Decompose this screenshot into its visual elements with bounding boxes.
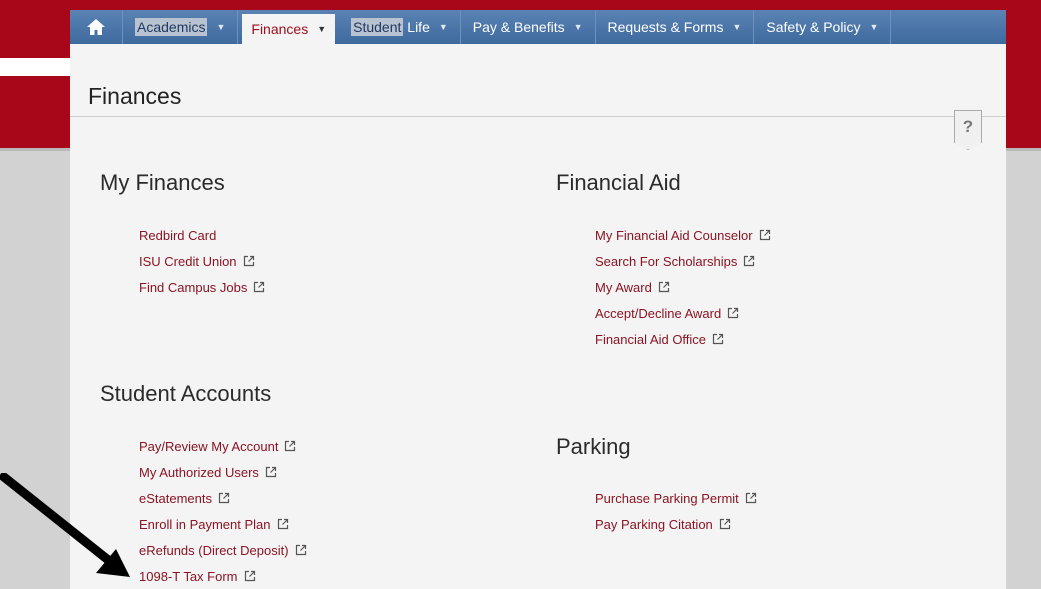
link-purchase-parking-permit[interactable]: Purchase Parking Permit — [595, 485, 757, 511]
nav-life-label: Life — [403, 19, 430, 35]
link-1098t-tax-form[interactable]: 1098-T Tax Form — [139, 563, 307, 589]
nav-requests-forms[interactable]: Requests & Forms ▼ — [596, 10, 755, 44]
link-financial-aid-office[interactable]: Financial Aid Office — [595, 326, 771, 352]
external-link-icon — [243, 255, 254, 267]
link-estatements[interactable]: eStatements — [139, 485, 307, 511]
nav-student-label: Student — [351, 18, 404, 36]
link-list: Pay/Review My Account My Authorized User… — [139, 433, 307, 589]
section-title: Student Accounts — [100, 381, 272, 406]
link-label: ISU Credit Union — [139, 253, 237, 269]
nav-safety-policy-label: Safety & Policy — [766, 19, 861, 35]
nav-finances-label: Finances — [251, 21, 309, 37]
link-label: Redbird Card — [139, 227, 217, 243]
title-divider — [70, 116, 1006, 117]
home-icon — [87, 19, 105, 35]
link-label: My Authorized Users — [139, 464, 259, 480]
link-pay-review-account[interactable]: Pay/Review My Account — [139, 433, 307, 459]
caret-down-icon: ▼ — [869, 22, 879, 32]
nav-safety-policy[interactable]: Safety & Policy ▼ — [754, 10, 892, 44]
header-notch — [0, 58, 77, 76]
link-label: eRefunds (Direct Deposit) — [139, 542, 289, 558]
link-label: Purchase Parking Permit — [595, 490, 739, 506]
external-link-icon — [728, 307, 739, 319]
home-button[interactable] — [70, 10, 123, 44]
link-label: Accept/Decline Award — [595, 305, 722, 321]
link-label: Find Campus Jobs — [139, 279, 248, 295]
link-list: Purchase Parking Permit Pay Parking Cita… — [595, 485, 757, 537]
link-my-award[interactable]: My Award — [595, 274, 771, 300]
link-payment-plan[interactable]: Enroll in Payment Plan — [139, 511, 307, 537]
caret-down-icon: ▼ — [317, 24, 327, 34]
main-nav: Academics ▼ Finances ▼ Student Life ▼ Pa… — [70, 10, 1006, 44]
pointer-arrow-icon — [0, 473, 130, 577]
nav-pay-benefits-label: Pay & Benefits — [472, 19, 565, 35]
caret-down-icon: ▼ — [573, 22, 583, 32]
link-label: My Award — [595, 279, 652, 295]
link-accept-decline-award[interactable]: Accept/Decline Award — [595, 300, 771, 326]
external-link-icon — [759, 229, 770, 241]
link-erefunds[interactable]: eRefunds (Direct Deposit) — [139, 537, 307, 563]
help-icon: ? — [962, 117, 974, 136]
page-title: Finances — [88, 83, 182, 109]
external-link-icon — [745, 492, 756, 504]
external-link-icon — [254, 281, 265, 293]
section-my-finances: My Finances Redbird Card ISU Credit Unio… — [100, 170, 265, 300]
section-parking: Parking Purchase Parking Permit Pay Park… — [556, 434, 757, 537]
external-link-icon — [277, 518, 288, 530]
nav-finances[interactable]: Finances ▼ — [242, 14, 336, 44]
link-list: Redbird Card ISU Credit Union Find Campu… — [139, 222, 265, 300]
section-title: Financial Aid — [556, 170, 681, 195]
external-link-icon — [265, 466, 277, 478]
external-link-icon — [719, 518, 730, 530]
link-label: Enroll in Payment Plan — [139, 516, 271, 532]
external-link-icon — [744, 255, 755, 267]
link-redbird-card[interactable]: Redbird Card — [139, 222, 265, 248]
link-search-scholarships[interactable]: Search For Scholarships — [595, 248, 771, 274]
external-link-icon — [244, 570, 255, 582]
external-link-icon — [218, 492, 230, 504]
link-authorized-users[interactable]: My Authorized Users — [139, 459, 307, 485]
nav-pay-benefits[interactable]: Pay & Benefits ▼ — [461, 10, 596, 44]
nav-academics[interactable]: Academics ▼ — [123, 10, 239, 44]
external-link-icon — [295, 544, 306, 556]
external-link-icon — [712, 333, 724, 345]
help-button[interactable]: ? — [954, 110, 982, 150]
content-panel: Academics ▼ Finances ▼ Student Life ▼ Pa… — [70, 10, 1006, 589]
link-label: Search For Scholarships — [595, 253, 738, 269]
section-financial-aid: Financial Aid My Financial Aid Counselor… — [556, 170, 771, 352]
caret-down-icon: ▼ — [438, 22, 448, 32]
caret-down-icon: ▼ — [732, 22, 742, 32]
link-label: 1098-T Tax Form — [139, 568, 238, 584]
link-isu-credit-union[interactable]: ISU Credit Union — [139, 248, 265, 274]
link-list: My Financial Aid Counselor Search For Sc… — [595, 222, 771, 352]
section-title: Parking — [556, 434, 631, 459]
nav-requests-forms-label: Requests & Forms — [607, 19, 724, 35]
caret-down-icon: ▼ — [216, 22, 226, 32]
link-label: eStatements — [139, 490, 212, 506]
link-label: Financial Aid Office — [595, 331, 707, 347]
nav-academics-label: Academics — [135, 18, 208, 36]
link-label: Pay Parking Citation — [595, 516, 713, 532]
external-link-icon — [285, 440, 296, 452]
nav-student-life[interactable]: Student Life ▼ — [339, 10, 461, 44]
link-find-campus-jobs[interactable]: Find Campus Jobs — [139, 274, 265, 300]
external-link-icon — [658, 281, 669, 293]
link-pay-parking-citation[interactable]: Pay Parking Citation — [595, 511, 757, 537]
link-label: My Financial Aid Counselor — [595, 227, 753, 243]
link-financial-aid-counselor[interactable]: My Financial Aid Counselor — [595, 222, 771, 248]
link-label: Pay/Review My Account — [139, 438, 279, 454]
section-title: My Finances — [100, 170, 225, 195]
